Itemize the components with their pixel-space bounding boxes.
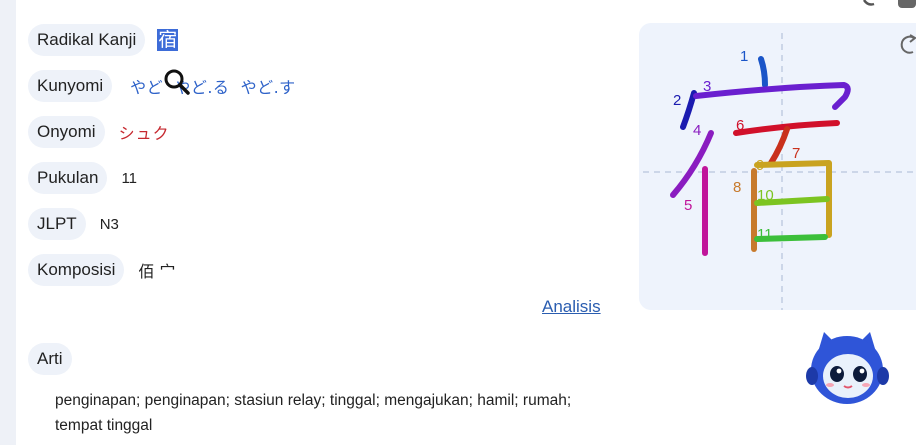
components-row: Komposisi 佰 宀	[28, 254, 176, 286]
components-value[interactable]: 佰 宀	[138, 258, 175, 282]
top-partial-controls	[862, 0, 916, 8]
jlpt-row: JLPT N3	[28, 208, 119, 240]
stroke-1	[758, 56, 768, 88]
stroke-count-row: Pukulan 11	[28, 162, 137, 194]
stroke-number-7: 7	[792, 145, 800, 162]
onyomi-row: Onyomi シュク	[28, 116, 170, 148]
stroke-number-2: 2	[673, 92, 681, 109]
stroke-number-6: 6	[736, 117, 744, 134]
stroke-3	[693, 82, 851, 110]
stroke-number-10: 10	[757, 187, 774, 204]
stroke-number-4: 4	[693, 122, 701, 139]
kunyomi-label: Kunyomi	[28, 70, 113, 102]
stroke-number-3: 3	[703, 78, 711, 95]
stroke-number-11: 11	[757, 226, 773, 243]
radical-label: Radikal Kanji	[28, 24, 146, 56]
radical-kanji-selected[interactable]: 宿	[157, 29, 179, 51]
magnifier-cursor-icon	[164, 69, 190, 95]
stroke-order-diagram: 1 2 3 4 5 6 7 8 9 10 11	[643, 33, 916, 310]
onyomi-label: Onyomi	[28, 116, 105, 148]
refresh-icon[interactable]	[897, 34, 916, 56]
stroke-7	[768, 126, 790, 166]
kunyomi-readings[interactable]: やど やど.る やど.す	[130, 74, 296, 98]
analysis-link[interactable]: Analisis	[542, 297, 601, 317]
stroke-count-label: Pukulan	[28, 162, 108, 194]
jlpt-label: JLPT	[28, 208, 86, 240]
robot-mascot-icon[interactable]	[804, 330, 894, 412]
meaning-row: Arti	[28, 343, 72, 375]
stroke-number-5: 5	[684, 197, 692, 214]
meaning-label: Arti	[28, 343, 72, 375]
meaning-text: penginapan; penginapan; stasiun relay; t…	[55, 392, 572, 434]
jlpt-value: N3	[99, 215, 119, 233]
components-label: Komposisi	[28, 254, 125, 286]
stroke-count-value: 11	[121, 169, 138, 187]
stroke-order-card: 1 2 3 4 5 6 7 8 9 10 11	[639, 23, 916, 310]
kunyomi-row: Kunyomi やど やど.る やど.す	[28, 70, 296, 102]
stroke-number-8: 8	[733, 179, 741, 196]
onyomi-readings[interactable]: シュク	[119, 120, 170, 144]
stroke-number-1: 1	[740, 48, 748, 65]
radical-row: Radikal Kanji 宿	[28, 24, 179, 56]
stroke-number-9: 9	[756, 157, 764, 174]
